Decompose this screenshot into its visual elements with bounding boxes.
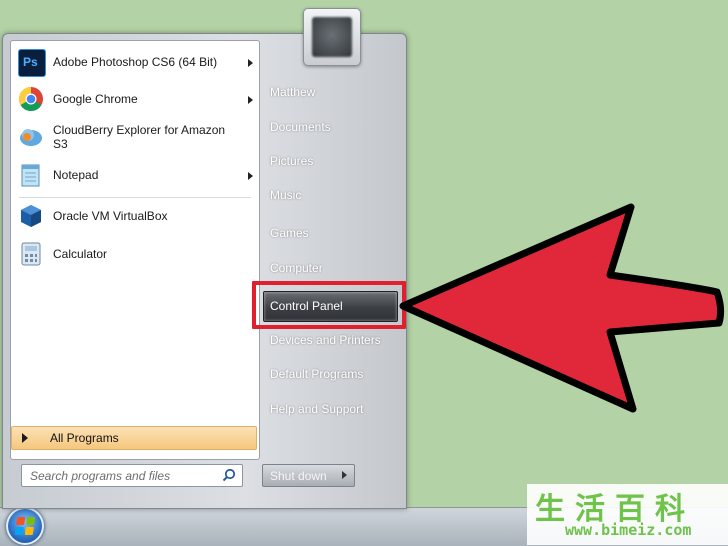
program-photoshop[interactable]: Ps Adobe Photoshop CS6 (64 Bit): [15, 49, 253, 79]
menu-item-control-panel[interactable]: Control Panel: [263, 291, 398, 322]
search-icon[interactable]: [222, 468, 236, 482]
shutdown-button[interactable]: Shut down: [262, 464, 336, 487]
pointer-arrow-annotation: [399, 203, 725, 413]
user-avatar-image: [312, 17, 352, 57]
start-menu: Ps Adobe Photoshop CS6 (64 Bit) Google C…: [2, 33, 407, 509]
program-label: Oracle VM VirtualBox: [53, 209, 168, 223]
shutdown-label: Shut down: [270, 469, 327, 483]
program-label: Calculator: [53, 247, 108, 261]
chevron-right-icon: [342, 471, 347, 479]
menu-item-devices-and-printers[interactable]: Devices and Printers: [270, 333, 381, 347]
all-programs-button[interactable]: All Programs: [11, 426, 257, 450]
program-label: Notepad: [53, 168, 99, 182]
search-box[interactable]: [21, 464, 243, 487]
submenu-arrow-icon[interactable]: [248, 96, 253, 104]
program-label: Adobe Photoshop CS6 (64 Bit): [53, 55, 218, 69]
menu-item-computer[interactable]: Computer: [270, 261, 323, 275]
search-input[interactable]: [28, 467, 218, 485]
menu-item-matthew[interactable]: Matthew: [270, 85, 315, 99]
menu-item-music[interactable]: Music: [270, 188, 301, 202]
start-button[interactable]: [6, 507, 44, 545]
menu-item-pictures[interactable]: Pictures: [270, 154, 313, 168]
shutdown-options-button[interactable]: [334, 464, 355, 487]
programs-pane: Ps Adobe Photoshop CS6 (64 Bit) Google C…: [10, 40, 260, 460]
photoshop-icon-text: Ps: [23, 55, 38, 69]
chrome-icon: [18, 87, 43, 112]
separator: [19, 197, 251, 198]
calculator-icon: [21, 242, 41, 266]
program-notepad[interactable]: Notepad: [15, 162, 253, 192]
menu-item-games[interactable]: Games: [270, 226, 309, 240]
cloudberry-icon: [20, 129, 42, 146]
menu-item-help-and-support[interactable]: Help and Support: [270, 402, 363, 416]
watermark-url: www.bimeiz.com: [565, 521, 692, 539]
program-label: Google Chrome: [53, 92, 138, 106]
menu-item-default-programs[interactable]: Default Programs: [270, 367, 363, 381]
program-cloudberry[interactable]: CloudBerry Explorer for Amazon S3: [15, 123, 253, 153]
all-programs-label: All Programs: [50, 431, 119, 445]
menu-item-documents[interactable]: Documents: [270, 120, 331, 134]
photoshop-icon: Ps: [18, 49, 46, 77]
program-virtualbox[interactable]: Oracle VM VirtualBox: [15, 203, 253, 233]
program-chrome[interactable]: Google Chrome: [15, 86, 253, 116]
user-picture[interactable]: [303, 8, 361, 66]
virtualbox-icon: [21, 205, 41, 227]
windows-logo-icon: [14, 517, 36, 535]
submenu-arrow-icon[interactable]: [248, 172, 253, 180]
triangle-right-icon: [22, 433, 28, 443]
watermark: 生活百科 www.bimeiz.com: [527, 484, 728, 545]
submenu-arrow-icon[interactable]: [248, 59, 253, 67]
program-label: CloudBerry Explorer for Amazon S3: [53, 123, 226, 151]
program-calculator[interactable]: Calculator: [15, 241, 253, 271]
notepad-icon: [21, 164, 40, 187]
control-panel-label: Control Panel: [270, 299, 343, 313]
